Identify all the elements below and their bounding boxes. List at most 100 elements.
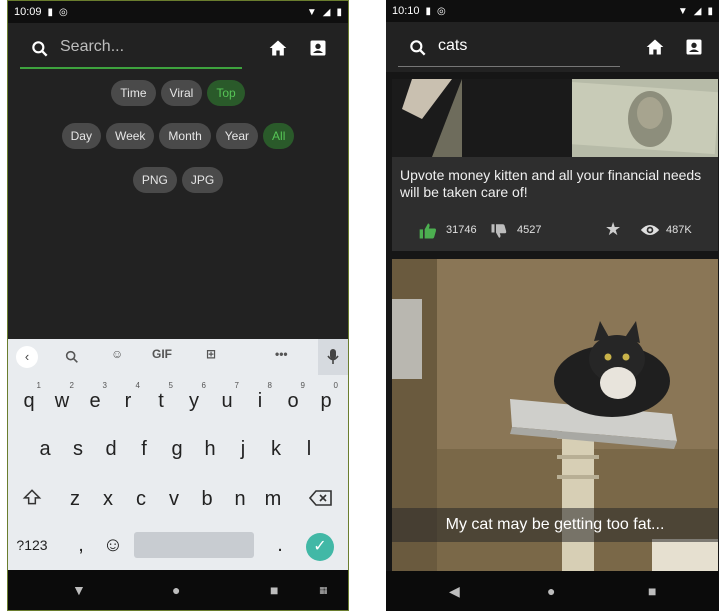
chip-window-year[interactable]: Year [215, 123, 259, 149]
key-z[interactable]: z [60, 482, 90, 516]
key-i[interactable]: i8 [245, 381, 275, 418]
key-label: k [271, 438, 281, 460]
chip-window-day[interactable]: Day [61, 123, 101, 149]
key-c[interactable]: c [126, 482, 156, 516]
key-q[interactable]: q1 [14, 381, 44, 418]
microphone-button[interactable] [318, 339, 348, 375]
key-label: h [204, 438, 216, 460]
key-a[interactable]: a [30, 432, 60, 466]
key-y[interactable]: y6 [179, 381, 209, 418]
key-g[interactable]: g [162, 432, 192, 466]
on-screen-keyboard: ‹ ☺ GIF ⊞ ••• q1w2e3r4t5y6u7i8o9p0 asd f g… [8, 339, 348, 572]
key-label: z [70, 488, 80, 510]
backspace-key-icon[interactable] [309, 489, 333, 507]
symbols-key[interactable]: ?123 [12, 528, 52, 562]
key-hint: 3 [102, 381, 107, 390]
type-filter-row: PNG JPG [8, 167, 348, 193]
chip-window-month[interactable]: Month [159, 123, 211, 149]
keyboard-switch-icon[interactable]: ▦ [319, 585, 328, 596]
home-icon[interactable] [645, 37, 665, 57]
key-s[interactable]: s [63, 432, 93, 466]
key-hint: 4 [135, 381, 140, 390]
key-h[interactable]: h [195, 432, 225, 466]
app-bar: Search... [8, 23, 348, 73]
key-d[interactable]: d [96, 432, 126, 466]
post-image[interactable] [392, 79, 718, 157]
key-p[interactable]: p0 [311, 381, 341, 418]
key-n[interactable]: n [225, 482, 255, 516]
more-options-icon[interactable]: ••• [275, 347, 288, 361]
account-box-icon[interactable] [684, 37, 704, 57]
chip-sort-viral[interactable]: Viral [160, 80, 203, 106]
key-b[interactable]: b [192, 482, 222, 516]
post-title: Upvote money kitten and all your financi… [400, 167, 702, 200]
space-key[interactable] [134, 532, 254, 558]
chip-sort-top[interactable]: Top [207, 80, 245, 106]
status-time: 10:09 [14, 6, 42, 18]
key-v[interactable]: v [159, 482, 189, 516]
key-label: x [103, 488, 113, 510]
chip-window-week[interactable]: Week [105, 123, 155, 149]
chip-type-png[interactable]: PNG [132, 167, 177, 193]
keyboard-toolbar: ‹ ☺ GIF ⊞ ••• [8, 339, 348, 375]
window-filter-row: Day Week Month Year All [8, 123, 348, 149]
wifi-icon: ▼ [677, 5, 688, 17]
shift-key-icon[interactable] [22, 487, 42, 507]
app-bar: cats [386, 22, 719, 72]
key-f[interactable]: f [129, 432, 159, 466]
chip-window-all[interactable]: All [263, 123, 295, 149]
key-label: l [306, 438, 312, 460]
post-card[interactable]: My cat may be getting too fat... [392, 259, 718, 571]
back-nav-icon[interactable]: ◀ [449, 583, 460, 600]
home-nav-icon[interactable]: ● [547, 583, 555, 599]
key-l[interactable]: l [294, 432, 324, 466]
keyboard-search-icon[interactable] [64, 349, 80, 365]
key-hint: 2 [69, 381, 74, 390]
key-e[interactable]: e3 [80, 381, 110, 418]
key-x[interactable]: x [93, 482, 123, 516]
chip-sort-time[interactable]: Time [111, 80, 156, 106]
key-hint: 7 [234, 381, 239, 390]
search-icon [32, 41, 48, 57]
account-box-icon[interactable] [308, 38, 328, 58]
translate-icon[interactable]: ⊞ [206, 347, 216, 361]
key-label: m [264, 488, 282, 510]
sticker-icon[interactable]: ☺ [111, 347, 123, 361]
period-key[interactable]: . [265, 528, 295, 562]
home-nav-icon[interactable]: ● [172, 582, 180, 598]
recents-nav-icon[interactable]: ■ [648, 583, 656, 599]
results-feed[interactable]: Upvote money kitten and all your financi… [386, 72, 719, 571]
signal-icon: ◢ [693, 5, 702, 17]
search-input[interactable]: Search... [20, 33, 242, 69]
gif-button[interactable]: GIF [152, 347, 172, 361]
key-j[interactable]: j [228, 432, 258, 466]
comma-key[interactable]: , [66, 528, 96, 562]
back-nav-icon[interactable]: ▼ [72, 582, 86, 598]
emoji-key-icon[interactable]: ☺ [98, 528, 128, 562]
sim-icon: ▮ [425, 5, 432, 17]
home-icon[interactable] [268, 38, 288, 58]
key-m[interactable]: m [258, 482, 288, 516]
key-label: n [234, 488, 246, 510]
chip-type-jpg[interactable]: JPG [181, 167, 224, 193]
thumbs-up-icon[interactable] [418, 221, 438, 241]
key-w[interactable]: w2 [47, 381, 77, 418]
post-card[interactable]: Upvote money kitten and all your financi… [392, 79, 718, 251]
key-o[interactable]: o9 [278, 381, 308, 418]
key-label: v [169, 488, 179, 510]
search-input[interactable]: cats [398, 32, 620, 67]
key-hint: 9 [300, 381, 305, 390]
thumbs-down-icon[interactable] [490, 222, 508, 240]
star-icon[interactable]: ★ [605, 219, 621, 240]
key-r[interactable]: r4 [113, 381, 143, 418]
key-label: d [105, 438, 117, 460]
system-nav-bar: ◀ ● ■ [386, 571, 719, 611]
recents-nav-icon[interactable]: ■ [270, 582, 278, 598]
battery-icon: ▮ [707, 5, 713, 17]
key-k[interactable]: k [261, 432, 291, 466]
key-u[interactable]: u7 [212, 381, 242, 418]
chevron-left-icon[interactable]: ‹ [16, 346, 38, 368]
do-not-disturb-icon: ◎ [437, 5, 446, 17]
key-t[interactable]: t5 [146, 381, 176, 418]
enter-key-check-icon[interactable]: ✓ [306, 533, 334, 561]
